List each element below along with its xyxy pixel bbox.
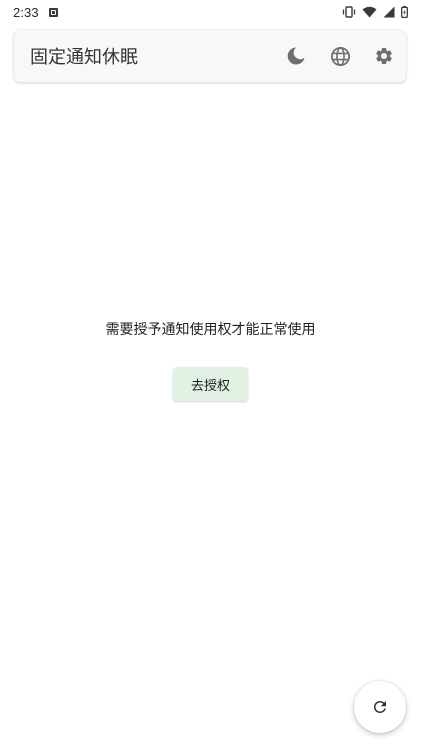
authorize-button[interactable]: 去授权 — [173, 367, 248, 401]
app-bar: 固定通知休眠 — [14, 30, 406, 82]
vibrate-icon — [342, 6, 356, 18]
dark-mode-button[interactable] — [274, 34, 318, 78]
app-actions — [274, 34, 406, 78]
dark-mode-icon — [286, 46, 306, 66]
language-button[interactable] — [318, 34, 362, 78]
battery-icon — [401, 6, 408, 18]
language-globe-icon — [330, 46, 351, 67]
settings-gear-icon — [374, 46, 394, 66]
status-bar: 2:33 — [0, 0, 421, 24]
status-right — [342, 6, 408, 18]
refresh-icon — [371, 698, 389, 716]
settings-button[interactable] — [362, 34, 406, 78]
permission-message: 需要授予通知使用权才能正常使用 — [105, 322, 316, 338]
status-left: 2:33 — [13, 5, 58, 20]
app-title: 固定通知休眠 — [30, 47, 138, 68]
status-time: 2:33 — [13, 4, 39, 20]
signal-icon — [383, 6, 395, 18]
wifi-icon — [362, 6, 377, 18]
accessibility-notification-icon — [48, 7, 58, 17]
refresh-fab[interactable] — [354, 681, 406, 733]
